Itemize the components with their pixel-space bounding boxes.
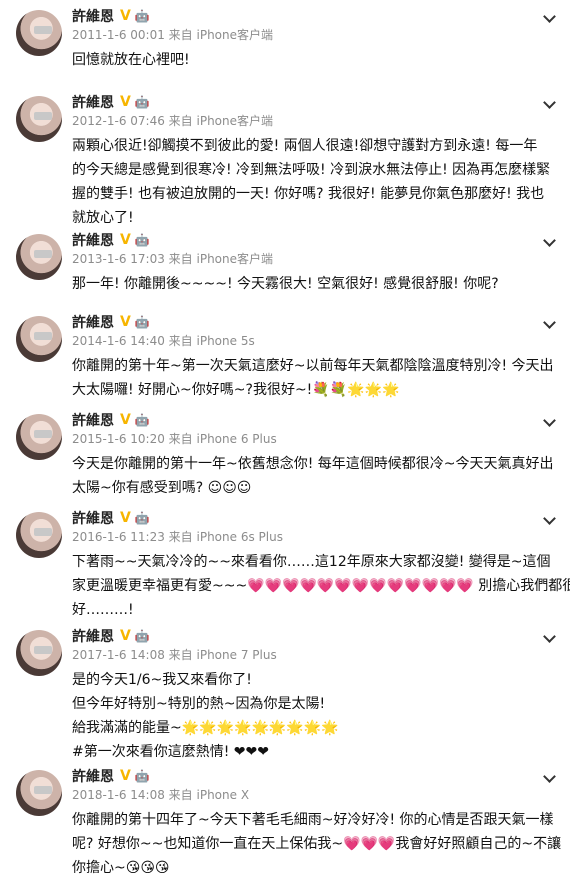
robot-icon: 🤖	[134, 315, 150, 329]
author-row: 許維恩 V 🤖	[72, 6, 556, 26]
post-text-line: 是的今天1/6~我又來看你了!	[72, 672, 252, 688]
avatar[interactable]	[16, 414, 62, 460]
post-text-line: 給我滿滿的能量~🌟🌟🌟🌟🌟🌟🌟🌟🌟	[72, 720, 339, 736]
author-row: 許維恩 V 🤖	[72, 626, 556, 646]
author-row: 許維恩 V 🤖	[72, 92, 556, 112]
verified-badge-icon: V	[120, 510, 131, 526]
post-timestamp-source[interactable]: 2016-1-6 11:23 来自 iPhone 6s Plus	[72, 528, 556, 546]
post-item: 許維恩 V 🤖 2012-1-6 07:46 来自 iPhone客户端 兩顆心很近!卻觸…	[0, 92, 570, 230]
post-text: 兩顆心很近!卻觸摸不到彼此的愛! 兩個人很遠!卻想守護對方到永遠! 每一年 的今天…	[72, 134, 556, 230]
post-text-line: 呢? 好想你~~也知道你一直在天上保佑我~💗💗💗我會好好照顧自己的~不讓	[72, 836, 562, 852]
post-text-line: 下著雨~~天氣冷冷的~~來看看你……這12年原來大家都沒變! 變得是~這個	[72, 554, 551, 570]
robot-icon: 🤖	[134, 769, 150, 783]
post-text: 下著雨~~天氣冷冷的~~來看看你……這12年原來大家都沒變! 變得是~這個家更溫…	[72, 550, 570, 622]
post-item: 許維恩 V 🤖 2015-1-6 10:20 来自 iPhone 6 Plus 今天是你…	[0, 410, 570, 508]
avatar[interactable]	[16, 316, 62, 362]
post-text-line: 那一年! 你離開後~~~~! 今天霧很大! 空氣很好! 感覺很舒服! 你呢?	[72, 276, 499, 292]
post-text-line: 握的雙手! 也有被迫放開的一天! 你好嗎? 我很好! 能夢見你氣色那麼好! 我也	[72, 186, 545, 202]
post-text-line: 你擔心~😘😘😘	[72, 860, 170, 876]
post-timestamp-source[interactable]: 2011-1-6 00:01 来自 iPhone客户端	[72, 26, 556, 44]
verified-badge-icon: V	[120, 94, 131, 110]
post-text-line: 今天是你離開的第十一年~依舊想念你! 每年這個時候都很冷~今天天氣真好出	[72, 456, 554, 472]
robot-icon: 🤖	[134, 511, 150, 525]
avatar[interactable]	[16, 770, 62, 816]
author-row: 許維恩 V 🤖	[72, 312, 556, 332]
post-text: 你離開的第十年~第一次天氣這麼好~以前每年天氣都陰陰溫度特別冷! 今天出 大太陽囉…	[72, 354, 556, 402]
verified-badge-icon: V	[120, 628, 131, 644]
post-text-line: #第一次來看你這麼熱情! ❤❤❤	[72, 744, 269, 760]
post-text-line: 太陽~你有感受到嗎? ☺☺☺	[72, 480, 252, 496]
post-item: 許維恩 V 🤖 2018-1-6 14:08 来自 iPhone X 你離開的第十四年了…	[0, 766, 570, 890]
verified-badge-icon: V	[120, 8, 131, 24]
post-text: 你離開的第十四年了~今天下著毛毛細雨~好冷好冷! 你的心情是否跟天氣一樣 呢? 好…	[72, 808, 562, 880]
author-name[interactable]: 許維恩	[72, 312, 114, 332]
verified-badge-icon: V	[120, 412, 131, 428]
author-name[interactable]: 許維恩	[72, 626, 114, 646]
author-name[interactable]: 許維恩	[72, 508, 114, 528]
robot-icon: 🤖	[134, 413, 150, 427]
author-row: 許維恩 V 🤖	[72, 508, 556, 528]
post-timestamp-source[interactable]: 2013-1-6 17:03 来自 iPhone客户端	[72, 250, 556, 268]
post-text: 今天是你離開的第十一年~依舊想念你! 每年這個時候都很冷~今天天氣真好出 太陽~你…	[72, 452, 556, 500]
avatar[interactable]	[16, 630, 62, 676]
author-name[interactable]: 許維恩	[72, 230, 114, 250]
post-text-line: 回憶就放在心裡吧!	[72, 52, 190, 68]
post-item: 許維恩 V 🤖 2017-1-6 14:08 来自 iPhone 7 Plus 是的今天…	[0, 626, 570, 766]
post-text-line: 的今天總是感覺到很寒冷! 冷到無法呼吸! 冷到淚水無法停止! 因為再怎麼樣緊	[72, 162, 551, 178]
author-row: 許維恩 V 🤖	[72, 410, 556, 430]
post-text-line: 但今年好特別~特別的熱~因為你是太陽!	[72, 696, 326, 712]
robot-icon: 🤖	[134, 95, 150, 109]
robot-icon: 🤖	[134, 9, 150, 23]
robot-icon: 🤖	[134, 233, 150, 247]
verified-badge-icon: V	[120, 768, 131, 784]
post-timestamp-source[interactable]: 2018-1-6 14:08 来自 iPhone X	[72, 786, 556, 804]
author-name[interactable]: 許維恩	[72, 6, 114, 26]
post-text: 是的今天1/6~我又來看你了! 但今年好特別~特別的熱~因為你是太陽! 給我滿滿的能…	[72, 668, 556, 764]
post-text: 回憶就放在心裡吧!	[72, 48, 556, 72]
post-item: 許維恩 V 🤖 2011-1-6 00:01 来自 iPhone客户端 回憶就放在心裡吧…	[0, 6, 570, 92]
post-text-line: 就放心了!	[72, 210, 134, 226]
post-timestamp-source[interactable]: 2014-1-6 14:40 来自 iPhone 5s	[72, 332, 556, 350]
author-row: 許維恩 V 🤖	[72, 230, 556, 250]
post-text-line: 兩顆心很近!卻觸摸不到彼此的愛! 兩個人很遠!卻想守護對方到永遠! 每一年	[72, 138, 538, 154]
author-name[interactable]: 許維恩	[72, 766, 114, 786]
post-text-line: 好………!	[72, 602, 134, 618]
post-item: 許維恩 V 🤖 2014-1-6 14:40 来自 iPhone 5s 你離開的第十年~…	[0, 312, 570, 410]
post-text-line: 家更溫暖更幸福更有愛~~~💗💗💗💗💗💗💗💗💗💗💗💗💗 別擔心我們都很	[72, 578, 570, 594]
author-row: 許維恩 V 🤖	[72, 766, 556, 786]
post-timestamp-source[interactable]: 2012-1-6 07:46 来自 iPhone客户端	[72, 112, 556, 130]
post-text-line: 大太陽囉! 好開心~你好嗎~?我很好~!💐💐🌟🌟🌟	[72, 382, 400, 398]
verified-badge-icon: V	[120, 232, 131, 248]
post-timestamp-source[interactable]: 2015-1-6 10:20 来自 iPhone 6 Plus	[72, 430, 556, 448]
post-timestamp-source[interactable]: 2017-1-6 14:08 来自 iPhone 7 Plus	[72, 646, 556, 664]
robot-icon: 🤖	[134, 629, 150, 643]
post-text-line: 你離開的第十四年了~今天下著毛毛細雨~好冷好冷! 你的心情是否跟天氣一樣	[72, 812, 554, 828]
author-name[interactable]: 許維恩	[72, 410, 114, 430]
post-item: 許維恩 V 🤖 2016-1-6 11:23 来自 iPhone 6s Plus 下著雨…	[0, 508, 570, 626]
post-text-line: 你離開的第十年~第一次天氣這麼好~以前每年天氣都陰陰溫度特別冷! 今天出	[72, 358, 554, 374]
verified-badge-icon: V	[120, 314, 131, 330]
avatar[interactable]	[16, 234, 62, 280]
author-name[interactable]: 許維恩	[72, 92, 114, 112]
post-text: 那一年! 你離開後~~~~! 今天霧很大! 空氣很好! 感覺很舒服! 你呢?	[72, 272, 556, 296]
avatar[interactable]	[16, 96, 62, 142]
avatar[interactable]	[16, 512, 62, 558]
avatar[interactable]	[16, 10, 62, 56]
post-item: 許維恩 V 🤖 2013-1-6 17:03 来自 iPhone客户端 那一年! 你離開…	[0, 230, 570, 312]
